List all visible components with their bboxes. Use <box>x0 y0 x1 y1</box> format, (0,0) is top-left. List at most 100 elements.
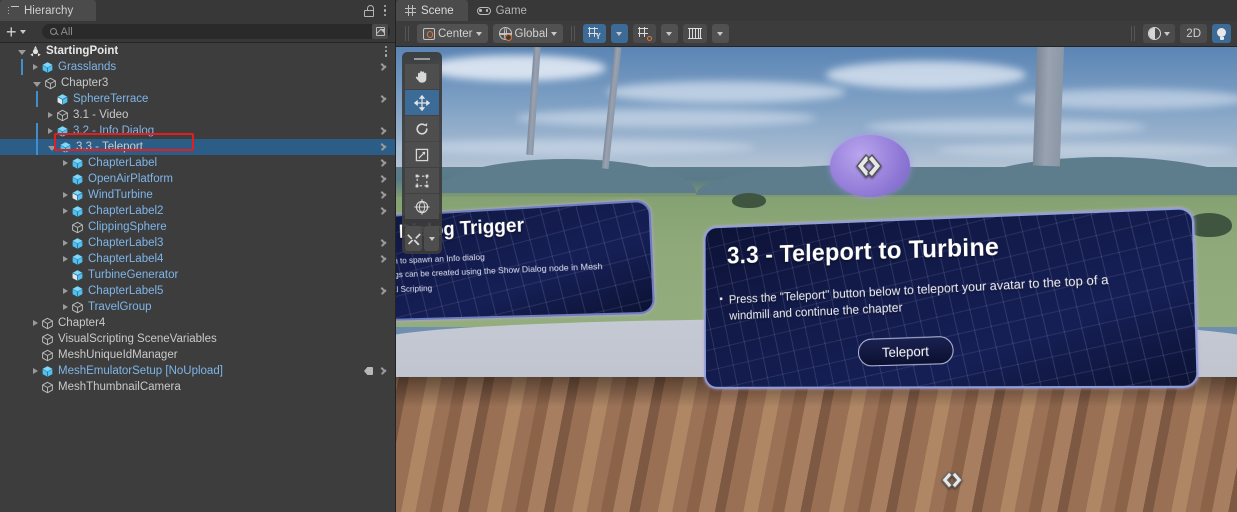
scale-tool[interactable] <box>405 142 439 167</box>
tab-scene[interactable]: Scene <box>396 0 468 21</box>
hierarchy-row[interactable]: ChapterLabel3 <box>0 235 395 251</box>
twisty-open-icon[interactable] <box>48 145 56 151</box>
scene-tabbar: Scene Game <box>396 0 1237 21</box>
hierarchy-row[interactable]: MeshEmulatorSetup [NoUpload] <box>0 363 395 379</box>
twisty-closed-icon[interactable] <box>33 368 38 374</box>
scene-viewport[interactable]: Dialog Trigger button to spawn an Info d… <box>396 47 1237 512</box>
hierarchy-row[interactable]: ChapterLabel4 <box>0 251 395 267</box>
twisty-open-icon[interactable] <box>33 81 41 87</box>
hierarchy-tree[interactable]: StartingPoint Grasslands Chapter3 SphereTer… <box>0 43 395 512</box>
custom-editor-tool[interactable] <box>405 226 422 251</box>
hierarchy-row[interactable]: OpenAirPlatform <box>0 171 395 187</box>
hierarchy-row[interactable]: WindTurbine <box>0 187 395 203</box>
twisty-closed-icon[interactable] <box>63 288 68 294</box>
hierarchy-tabbar-actions <box>363 0 395 21</box>
custom-tool-row <box>405 226 439 251</box>
visual-scripting-gizmo-floor[interactable] <box>939 469 965 491</box>
scene-icon <box>29 45 42 58</box>
hierarchy-row[interactable]: 3.2 - Info Dialog <box>0 123 395 139</box>
gameobject-icon <box>41 333 54 346</box>
teleport-world-button[interactable]: Teleport <box>857 335 955 367</box>
hierarchy-row-label: Grasslands <box>58 61 117 73</box>
hand-tool[interactable] <box>405 64 439 89</box>
add-gameobject-button[interactable]: + <box>6 23 26 41</box>
chevron-right-icon[interactable] <box>382 142 387 151</box>
hierarchy-row[interactable]: ClippingSphere <box>0 219 395 235</box>
chevron-right-icon[interactable] <box>382 174 387 183</box>
hierarchy-row-label: StartingPoint <box>46 45 119 57</box>
tab-hierarchy[interactable]: Hierarchy <box>0 0 96 21</box>
twisty-closed-icon[interactable] <box>63 304 68 310</box>
chevron-right-icon[interactable] <box>382 158 387 167</box>
shading-mode-dropdown[interactable] <box>1143 24 1176 43</box>
hierarchy-row[interactable]: TravelGroup <box>0 299 395 315</box>
move-tool[interactable] <box>405 90 439 115</box>
transform-icon <box>414 198 430 215</box>
hierarchy-row[interactable]: SphereTerrace <box>0 91 395 107</box>
search-field[interactable] <box>41 24 390 39</box>
hierarchy-row[interactable]: ChapterLabel <box>0 155 395 171</box>
handle-space-dropdown[interactable]: Global <box>492 24 563 43</box>
chevron-right-icon[interactable] <box>382 94 387 103</box>
grid-snapping-toggle[interactable]: Y <box>582 24 606 43</box>
chevron-right-icon[interactable] <box>382 190 387 199</box>
hierarchy-row[interactable]: 3.1 - Video <box>0 107 395 123</box>
hierarchy-row[interactable]: Chapter4 <box>0 315 395 331</box>
kebab-menu-icon[interactable] <box>384 46 387 57</box>
twisty-closed-icon[interactable] <box>63 256 68 262</box>
chevron-right-icon[interactable] <box>382 206 387 215</box>
hierarchy-row[interactable]: Chapter3 <box>0 75 395 91</box>
scene-lighting-toggle[interactable] <box>1212 24 1231 43</box>
globe-icon <box>498 27 513 41</box>
twisty-open-icon[interactable] <box>18 49 26 55</box>
prefab-stripe <box>21 59 23 75</box>
prefab-icon <box>71 237 84 250</box>
chevron-right-icon[interactable] <box>382 286 387 295</box>
grid-size-button[interactable] <box>682 24 707 43</box>
grid-size-dropdown[interactable] <box>711 24 729 43</box>
grid-snapping-dropdown[interactable] <box>610 24 628 43</box>
cloud <box>426 55 606 81</box>
chevron-right-icon[interactable] <box>382 62 387 71</box>
chevron-right-icon[interactable] <box>382 254 387 263</box>
vertex-snapping-toggle[interactable] <box>632 24 656 43</box>
hierarchy-row[interactable]: ChapterLabel5 <box>0 283 395 299</box>
chevron-right-icon[interactable] <box>382 126 387 135</box>
twisty-closed-icon[interactable] <box>48 112 53 118</box>
hierarchy-row[interactable]: StartingPoint <box>0 43 395 59</box>
twisty-closed-icon[interactable] <box>33 64 38 70</box>
vertex-snapping-dropdown[interactable] <box>660 24 678 43</box>
hierarchy-row[interactable]: MeshThumbnailCamera <box>0 379 395 395</box>
lock-open-icon[interactable] <box>363 4 375 17</box>
twisty-closed-icon[interactable] <box>48 128 53 134</box>
tab-game[interactable]: Game <box>468 0 541 21</box>
pivot-mode-dropdown[interactable]: Center <box>417 24 488 43</box>
palette-drag-handle[interactable] <box>405 55 439 63</box>
popout-icon[interactable] <box>372 24 388 39</box>
prefab-icon <box>71 253 84 266</box>
visual-scripting-gizmo-sphere[interactable] <box>852 151 886 181</box>
hierarchy-row[interactable]: ChapterLabel2 <box>0 203 395 219</box>
search-input[interactable] <box>60 25 372 38</box>
hierarchy-row[interactable]: Grasslands <box>0 59 395 75</box>
hierarchy-row[interactable]: TurbineGenerator <box>0 267 395 283</box>
chevron-right-icon[interactable] <box>382 238 387 247</box>
twisty-closed-icon[interactable] <box>63 240 68 246</box>
list-icon <box>8 5 19 16</box>
custom-tool-dropdown[interactable] <box>424 226 439 251</box>
twisty-closed-icon[interactable] <box>33 320 38 326</box>
ruler-icon <box>687 28 702 39</box>
toggle-2d-button[interactable]: 2D <box>1180 24 1207 43</box>
hierarchy-row-selected[interactable]: 3.3 - Teleport <box>0 139 395 155</box>
rect-tool[interactable] <box>405 168 439 193</box>
twisty-closed-icon[interactable] <box>63 192 68 198</box>
rotate-tool[interactable] <box>405 116 439 141</box>
twisty-closed-icon[interactable] <box>63 160 68 166</box>
prefab-icon <box>41 61 54 74</box>
kebab-menu-icon[interactable] <box>383 4 386 17</box>
hierarchy-row[interactable]: VisualScripting SceneVariables <box>0 331 395 347</box>
chevron-right-icon[interactable] <box>382 366 387 375</box>
transform-tool[interactable] <box>405 194 439 219</box>
twisty-closed-icon[interactable] <box>63 208 68 214</box>
hierarchy-row[interactable]: MeshUniqueIdManager <box>0 347 395 363</box>
